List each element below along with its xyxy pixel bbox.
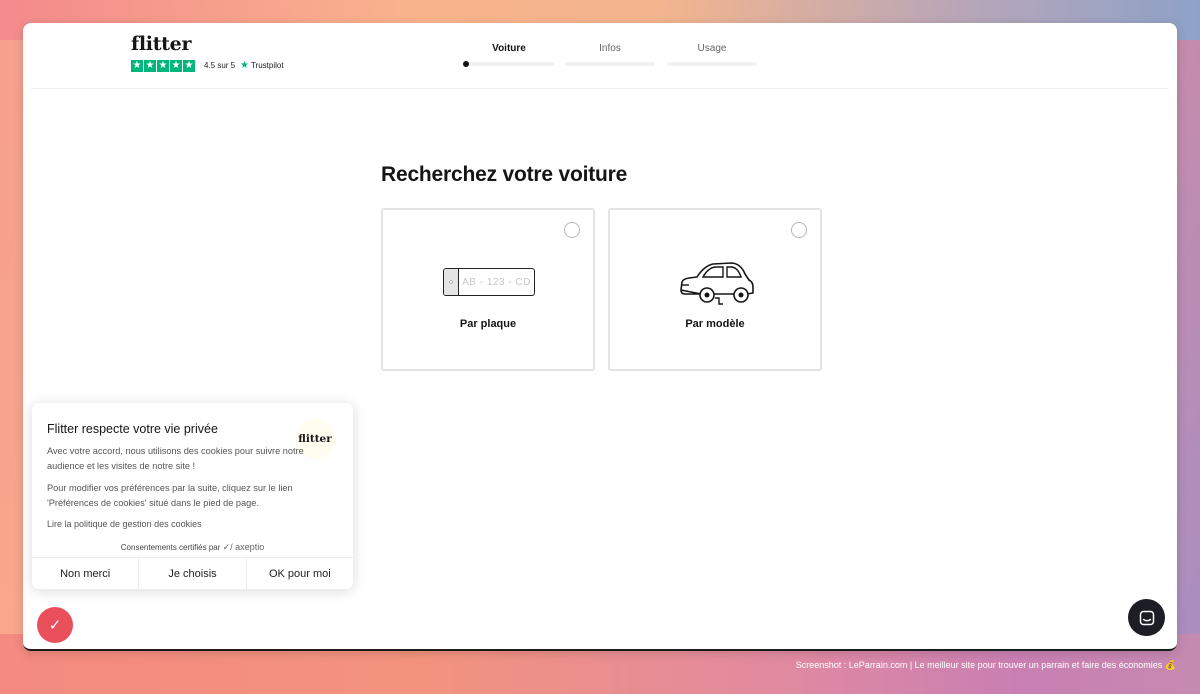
consent-certification: Consentements certifiés par ✓/ axeptio xyxy=(32,542,353,553)
trustpilot-stars: ★ ★ ★ ★ ★ xyxy=(131,60,195,72)
step-progress-bar xyxy=(565,62,655,66)
step-infos: Infos xyxy=(565,43,655,66)
car-icon xyxy=(680,262,754,305)
axeptio-logo[interactable]: ✓/ axeptio xyxy=(223,542,265,552)
axeptio-check-icon: ✓ xyxy=(48,617,62,634)
progress-steps: Voiture Infos Usage xyxy=(463,43,764,73)
progress-dot xyxy=(463,61,469,67)
choose-cookies-button[interactable]: Je choisis xyxy=(139,558,247,589)
cookie-policy-link[interactable]: Lire la politique de gestion des cookies xyxy=(47,519,202,529)
star-icon: ★ xyxy=(144,60,156,72)
step-voiture: Voiture xyxy=(463,43,554,67)
step-label: Voiture xyxy=(492,43,526,54)
cookie-title: Flitter respecte votre vie privée xyxy=(47,422,218,436)
option-par-modele[interactable]: Par modèle xyxy=(608,208,822,371)
step-label: Infos xyxy=(599,43,621,54)
step-progress-bar xyxy=(667,62,757,66)
header: flitter ★ ★ ★ ★ ★ 4.5 sur 5 ★ Trustpilot… xyxy=(31,23,1169,89)
axeptio-widget-button[interactable]: ✓ xyxy=(37,607,73,643)
rating-text: 4.5 sur 5 xyxy=(204,61,236,70)
radio-button[interactable] xyxy=(564,222,580,238)
trustpilot-star-icon: ★ xyxy=(240,60,249,71)
screenshot-credit: Screenshot : LeParrain.com | Le meilleur… xyxy=(795,660,1176,670)
star-icon: ★ xyxy=(183,60,195,72)
cookie-paragraph: Pour modifier vos préférences par la sui… xyxy=(47,483,293,508)
star-icon: ★ xyxy=(131,60,143,72)
step-usage: Usage xyxy=(667,43,757,66)
cookie-button-row: Non merci Je choisis OK pour moi xyxy=(32,557,353,589)
eu-stars-icon: ⁘ xyxy=(444,269,459,295)
chat-icon xyxy=(1139,610,1154,625)
chat-launcher-button[interactable] xyxy=(1128,599,1165,636)
option-par-plaque[interactable]: ⁘ AB - 123 - CD Par plaque xyxy=(381,208,595,371)
plate-placeholder: AB - 123 - CD xyxy=(462,276,531,288)
refuse-cookies-button[interactable]: Non merci xyxy=(32,558,140,589)
step-label: Usage xyxy=(697,43,727,54)
page-title: Recherchez votre voiture xyxy=(381,163,628,186)
accept-cookies-button[interactable]: OK pour moi xyxy=(247,558,353,589)
flitter-logo[interactable]: flitter xyxy=(131,33,191,55)
browser-window: flitter ★ ★ ★ ★ ★ 4.5 sur 5 ★ Trustpilot… xyxy=(23,23,1177,651)
option-label: Par plaque xyxy=(459,318,517,330)
option-label: Par modèle xyxy=(685,318,745,330)
cookie-consent-dialog: Flitter respecte votre vie privée flitte… xyxy=(32,403,353,589)
license-plate-icon: ⁘ AB - 123 - CD xyxy=(443,268,535,296)
step-progress-bar xyxy=(463,61,554,67)
radio-button[interactable] xyxy=(791,222,807,238)
star-icon: ★ xyxy=(157,60,169,72)
trustpilot-brand: ★ Trustpilot xyxy=(240,60,284,71)
star-icon: ★ xyxy=(170,60,182,72)
axeptio-text: axeptio xyxy=(235,542,265,552)
certified-text: Consentements certifiés par xyxy=(120,543,221,552)
cookie-paragraph: Avec votre accord, nous utilisons des co… xyxy=(47,446,304,471)
trustpilot-label: Trustpilot xyxy=(250,61,284,70)
